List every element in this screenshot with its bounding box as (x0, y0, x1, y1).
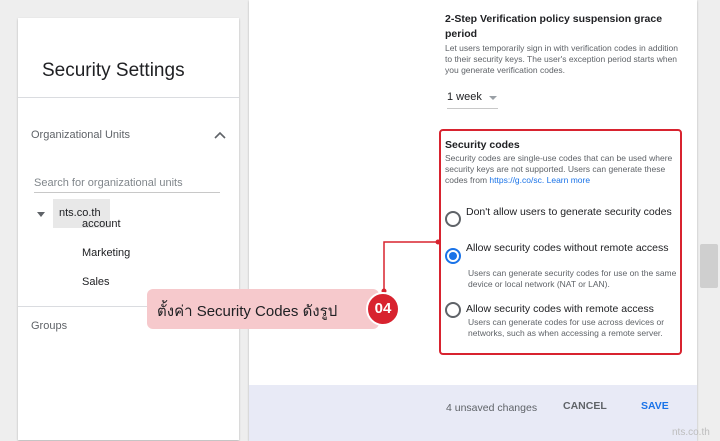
callout-pill: ตั้งค่า Security Codes ดังรูป (147, 289, 379, 329)
watermark: nts.co.th (672, 427, 710, 438)
step-badge: 04 (366, 292, 400, 326)
callout-connector (381, 239, 441, 294)
callout-text: ตั้งค่า Security Codes ดังรูป (157, 303, 338, 320)
step-callout: ตั้งค่า Security Codes ดังรูป 04 (147, 289, 400, 329)
